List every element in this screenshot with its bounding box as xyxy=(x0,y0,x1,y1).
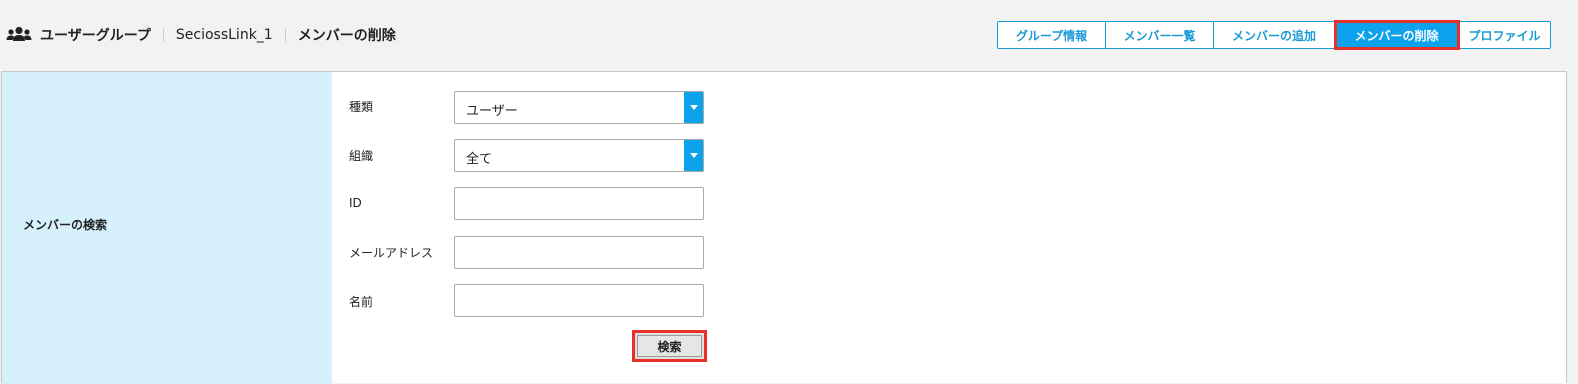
breadcrumb-user-group[interactable]: ユーザーグループ xyxy=(40,25,151,45)
chevron-down-icon[interactable] xyxy=(684,92,703,123)
section-label-column: メンバーの検索 xyxy=(2,72,332,384)
type-label: 種類 xyxy=(349,100,374,114)
id-label: ID xyxy=(349,196,362,210)
name-label: 名前 xyxy=(349,295,374,309)
tab-member-list[interactable]: メンバー一覧 xyxy=(1106,21,1214,49)
page-title: メンバーの削除 xyxy=(297,28,396,44)
search-button-label: 検索 xyxy=(637,335,702,357)
search-button[interactable]: 検索 xyxy=(632,330,707,362)
type-select-value: ユーザー xyxy=(466,104,518,119)
tab-add-member[interactable]: メンバーの追加 xyxy=(1214,21,1335,49)
org-select[interactable]: 全て xyxy=(454,139,704,172)
id-input[interactable] xyxy=(454,187,704,220)
type-select[interactable]: ユーザー xyxy=(454,91,704,124)
tab-remove-member[interactable]: メンバーの削除 xyxy=(1334,20,1460,50)
section-label: メンバーの検索 xyxy=(23,218,108,232)
breadcrumb-separator xyxy=(162,28,164,42)
users-icon xyxy=(6,25,32,45)
member-search-panel: メンバーの検索 xyxy=(1,71,1567,384)
breadcrumb-separator xyxy=(284,28,286,42)
page-header: ユーザーグループ SeciossLink_1 メンバーの削除 グループ情報 メン… xyxy=(0,0,1578,70)
chevron-down-icon[interactable] xyxy=(684,140,703,171)
email-input[interactable] xyxy=(454,236,704,269)
breadcrumb-group-name[interactable]: SeciossLink_1 xyxy=(176,27,273,43)
org-label: 組織 xyxy=(349,149,374,163)
name-input[interactable] xyxy=(454,284,704,317)
group-tabs: グループ情報 メンバー一覧 メンバーの追加 メンバーの削除 プロファイル xyxy=(997,20,1551,50)
tab-group-info[interactable]: グループ情報 xyxy=(997,21,1106,49)
email-label: メールアドレス xyxy=(349,246,434,260)
tab-profile[interactable]: プロファイル xyxy=(1459,21,1551,49)
org-select-value: 全て xyxy=(466,152,493,167)
breadcrumb: ユーザーグループ SeciossLink_1 メンバーの削除 xyxy=(6,24,396,46)
